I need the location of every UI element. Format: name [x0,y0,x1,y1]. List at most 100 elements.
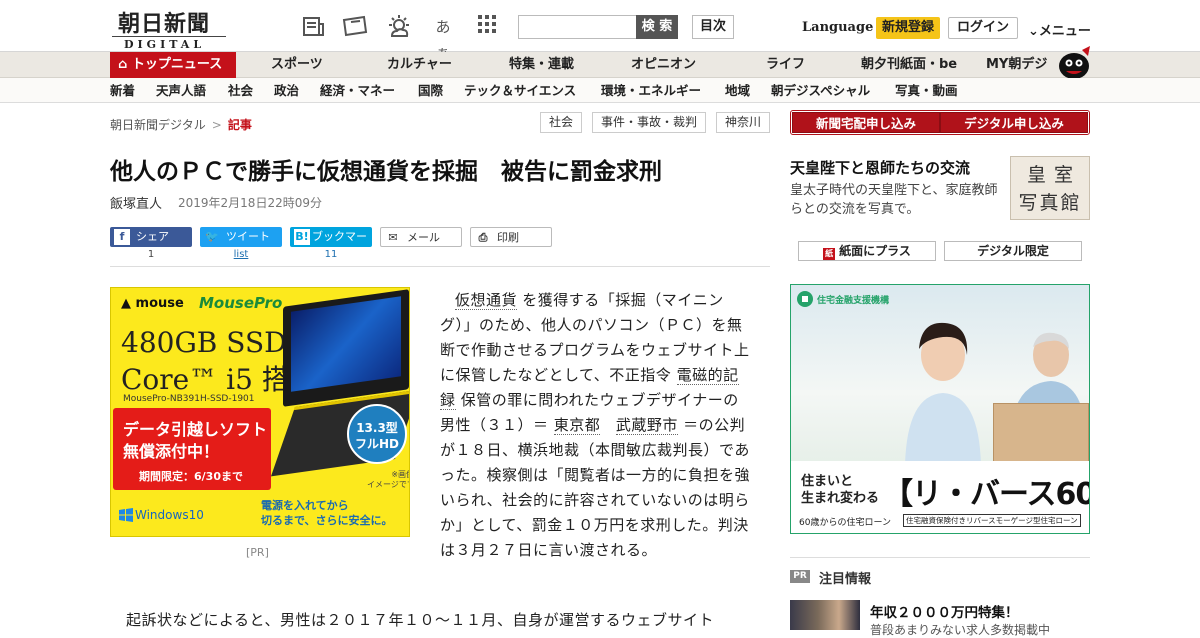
newspaper-icon[interactable] [300,14,326,40]
reverse60-ad[interactable]: 住宅金融支援機構 住まいと 生まれ変わる 【リ・バース60】 60歳からの住宅ロ… [790,284,1090,534]
breadcrumb-root[interactable]: 朝日新聞デジタル [110,118,206,132]
link-virtual-currency[interactable]: 仮想通貨 [455,291,518,310]
search-input[interactable] [518,15,636,39]
language-link[interactable]: Language [802,20,873,35]
nav-latest[interactable]: 新着 [110,78,135,103]
hatena-icon: B! [294,229,310,245]
mascot-icon [1059,46,1090,79]
nav-top-news[interactable]: ⌂ トップニュース [110,52,236,78]
subscribe-newspaper-button[interactable]: 新聞宅配申し込み [792,112,940,133]
primary-nav: ⌂ トップニュース スポーツ カルチャー 特集・連載 オピニオン ライフ 朝夕刊… [0,52,1200,78]
twitter-share-label: ツイート [226,230,270,243]
nav-features[interactable]: 特集・連載 [509,52,574,78]
apps-grid-icon[interactable] [474,14,500,40]
laptop-screen [291,296,401,392]
nav-tech-science[interactable]: テック＆サイエンス [464,78,576,103]
paper-plus-label: 紙面にプラス [839,244,911,258]
ad-organization: 住宅金融支援機構 [817,296,890,306]
imperial-photo-thumbnail[interactable]: 皇室 写真館 [1010,156,1090,220]
nav-special[interactable]: 朝デジスペシャル [771,78,870,103]
windows-icon [119,508,133,522]
mouse-computer-ad[interactable]: ▲ mouse MousePro 480GB SSD & Core™ i5 搭載… [110,287,410,537]
article-paragraph-2: 起訴状などによると、男性は２０１７年１０～１１月、自身が運営するウェブサイト [126,611,714,629]
nav-sports[interactable]: スポーツ [271,52,323,78]
nav-environment[interactable]: 環境・エネルギー [601,78,701,103]
tag-society[interactable]: 社会 [540,112,582,133]
mail-icon: ✉ [388,231,398,244]
tag-incident[interactable]: 事件・事故・裁判 [592,112,706,133]
ad-promo-line2: 無償添付中！ [123,442,220,461]
nav-top-news-label: トップニュース [131,57,223,72]
pr-section-header: PR 注目情報 [790,568,1090,588]
tag-kanagawa[interactable]: 神奈川 [716,112,770,133]
nav-economy[interactable]: 経済・マネー [320,78,395,103]
nav-culture[interactable]: カルチャー [387,52,452,78]
body-text-c: ＝の公判が１８日、横浜地裁（本間敏広裁判長）であった。検察側は「閲覧者は一方的に… [440,416,751,559]
twitter-share-count[interactable]: list [200,249,282,260]
menu-button[interactable]: ⌄メニュー [1028,20,1091,39]
ad-brand-text: mouse [135,296,184,311]
print-icon: ⎙ [478,231,488,244]
mail-button[interactable]: ✉ メール [380,227,462,247]
nav-international[interactable]: 国際 [418,78,443,103]
nav-opinion[interactable]: オピニオン [631,52,696,78]
link-tokyo[interactable]: 東京都 [553,416,601,435]
paper-plus-icon: 紙 [823,248,836,260]
weather-icon[interactable] [386,14,412,40]
article-date: 2019年2月18日22時09分 [178,196,322,210]
home-icon: ⌂ [118,57,128,72]
font-size-icon[interactable]: あぁ [430,14,456,62]
ad-brand: ▲ mouse [121,296,184,311]
divider [790,557,1090,558]
article-body: 仮想通貨 を獲得する「採掘（マイニング）」のため、他人のパソコン（ＰＣ）を無断で… [440,288,752,563]
nav-life[interactable]: ライフ [766,52,805,78]
logo-latin: DIGITAL [124,38,206,51]
digital-only-button[interactable]: デジタル限定 [944,241,1082,261]
breadcrumb-current: 記事 [227,118,252,132]
ad-footer-main: 60歳からの住宅ローン [799,518,892,528]
ad-promo-line1: データ引越しソフト [123,420,268,439]
nav-society[interactable]: 社会 [228,78,253,103]
nav-politics[interactable]: 政治 [274,78,299,103]
signup-button[interactable]: 新規登録 [876,17,940,39]
ad-promo-box: データ引越しソフト 無償添付中！ 期間限定：6/30まで [113,408,271,490]
facebook-icon: f [114,229,130,245]
twitter-share-button[interactable]: 🐦 ツイート [200,227,282,247]
thumbnail-line2: 写真館 [1018,192,1082,214]
asahi-digital-logo[interactable]: 朝日新聞 DIGITAL [110,6,228,51]
ad-sub-brand: MousePro [199,294,283,312]
subscribe-digital-button[interactable]: デジタル申し込み [940,112,1088,133]
ticket-icon[interactable] [342,14,368,40]
nav-photo-video[interactable]: 写真・動画 [895,78,958,103]
nav-my-asadigi[interactable]: MY朝デジ [986,52,1047,78]
pr-label: [PR] [246,546,269,559]
nav-paper[interactable]: 朝夕刊紙面・be [861,52,957,78]
breadcrumb-separator: > [211,118,222,132]
logo-kanji: 朝日新聞 [118,11,211,37]
login-button[interactable]: ログイン [948,17,1018,39]
link-musashino[interactable]: 武蔵野市 [615,416,678,435]
promo-thumbnail[interactable] [790,600,860,630]
ad-screen-badge: 13.3型 フルHD [347,404,407,464]
nav-tenseijingo[interactable]: 天声人語 [156,78,206,103]
feature-description: 皇太子時代の天皇陛下と、家庭教師らとの交流を写真で。 [790,183,998,217]
cardboard-box-photo [993,403,1089,467]
top-header: 朝日新聞 DIGITAL あぁ 検 索 目次 Language 新規登録 ログイ… [0,0,1200,62]
search-button[interactable]: 検 索 [636,15,678,39]
facebook-share-count: 1 [147,249,155,260]
facebook-share-button[interactable]: f シェア [110,227,192,247]
table-of-contents-button[interactable]: 目次 [692,15,734,39]
ad-badge-size: 13.3型 [356,421,398,435]
menu-label: メニュー [1038,24,1091,39]
ad-tagline: 住まいと 生まれ変わる [801,474,880,506]
nav-region[interactable]: 地域 [725,78,750,103]
laptop-image [283,289,409,407]
paper-plus-button[interactable]: 紙紙面にプラス [798,241,936,261]
pr-section-label: 注目情報 [819,572,872,587]
promo-title[interactable]: 年収２０００万円特集！ [870,601,1019,621]
article-title: 他人のＰＣで勝手に仮想通貨を採掘 被告に罰金求刑 [110,159,662,185]
feature-title[interactable]: 天皇陛下と恩師たちの交流 [790,157,970,178]
hatena-bookmark-button[interactable]: B! ブックマーク [290,227,372,263]
facebook-share-label: シェア [136,230,169,243]
print-button[interactable]: ⎙ 印刷 [470,227,552,247]
